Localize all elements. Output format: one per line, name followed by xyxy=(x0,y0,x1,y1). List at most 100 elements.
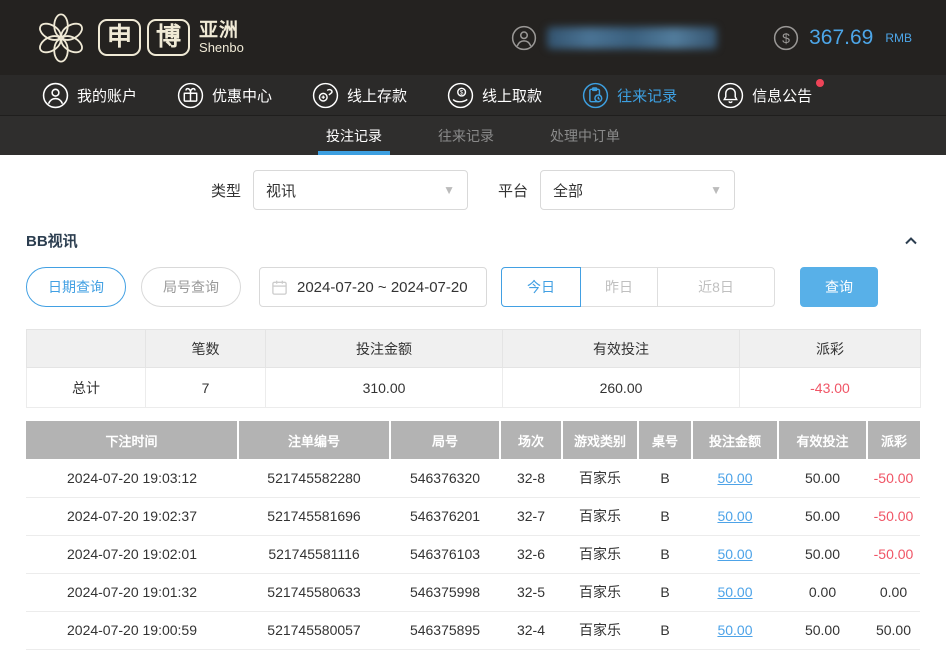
bet-column-header: 场次 xyxy=(500,421,562,459)
order-number: 521745580057 xyxy=(238,611,390,649)
platform-select[interactable]: 全部 ▼ xyxy=(540,170,735,210)
order-number: 521745580633 xyxy=(238,573,390,611)
user-account[interactable] xyxy=(511,25,717,51)
session: 32-8 xyxy=(500,459,562,497)
date-shortcut-group: 今日 昨日 近8日 xyxy=(501,267,775,307)
balance-amount: 367.69 xyxy=(809,26,873,50)
table-row: 2024-07-20 19:02:37521745581696546376201… xyxy=(26,497,920,535)
yesterday-button[interactable]: 昨日 xyxy=(580,267,658,307)
nav-item-promotions[interactable]: 优惠中心 xyxy=(177,82,272,109)
last-8-days-button[interactable]: 近8日 xyxy=(657,267,775,307)
bet-column-header: 派彩 xyxy=(867,421,920,459)
game-type: 百家乐 xyxy=(562,535,638,573)
summary-column-header: 有效投注 xyxy=(503,330,740,368)
summary-total-label: 总计 xyxy=(27,368,146,408)
nav-item-announcements[interactable]: 信息公告 xyxy=(717,82,812,109)
nav-item-withdraw[interactable]: $ 线上取款 xyxy=(447,82,542,109)
bet-time: 2024-07-20 19:01:32 xyxy=(26,573,238,611)
date-range-input[interactable]: 2024-07-20 ~ 2024-07-20 xyxy=(259,267,487,307)
bet-column-header: 有效投注 xyxy=(778,421,867,459)
nav-item-deposit[interactable]: 线上存款 xyxy=(312,82,407,109)
today-button[interactable]: 今日 xyxy=(501,267,581,307)
date-query-button[interactable]: 日期查询 xyxy=(26,267,126,307)
brand-suffix-cn: 亚洲 xyxy=(199,21,244,41)
top-header: 申 博 亚洲 Shenbo $ 367.69 RMB xyxy=(0,0,946,75)
table-row: 2024-07-20 19:02:01521745581116546376103… xyxy=(26,535,920,573)
records-icon xyxy=(582,82,609,109)
svg-text:$: $ xyxy=(782,29,790,45)
withdraw-icon: $ xyxy=(447,82,474,109)
session: 32-5 xyxy=(500,573,562,611)
search-button[interactable]: 查询 xyxy=(800,267,878,307)
main-nav: 我的账户 优惠中心 线上存款 $ 线上取款 往来记录 信息公告 xyxy=(0,75,946,115)
notification-badge xyxy=(816,79,824,87)
session: 32-4 xyxy=(500,611,562,649)
query-row: 日期查询 局号查询 2024-07-20 ~ 2024-07-20 今日 昨日 … xyxy=(26,267,920,307)
type-select[interactable]: 视讯 ▼ xyxy=(253,170,468,210)
tab-transaction-records[interactable]: 往来记录 xyxy=(434,116,498,155)
bet-amount-link[interactable]: 50.00 xyxy=(692,497,778,535)
tab-bet-records[interactable]: 投注记录 xyxy=(322,116,386,155)
section-title: BB视讯 xyxy=(26,230,78,251)
table-row: 2024-07-20 19:01:32521745580633546375998… xyxy=(26,573,920,611)
type-filter-label: 类型 xyxy=(211,180,241,201)
bet-table-body: 2024-07-20 19:03:12521745582280546376320… xyxy=(26,459,920,649)
summary-bet-amount: 310.00 xyxy=(266,368,503,408)
bet-records-table: 下注时间注单编号局号场次游戏类别桌号投注金额有效投注派彩 2024-07-20 … xyxy=(26,421,920,650)
bet-column-header: 桌号 xyxy=(638,421,692,459)
game-type: 百家乐 xyxy=(562,611,638,649)
payout: -50.00 xyxy=(867,459,920,497)
bet-amount-link[interactable]: 50.00 xyxy=(692,535,778,573)
session: 32-7 xyxy=(500,497,562,535)
nav-item-transaction-records[interactable]: 往来记录 xyxy=(582,82,677,109)
bet-time: 2024-07-20 19:03:12 xyxy=(26,459,238,497)
summary-column-header xyxy=(27,330,146,368)
chevron-up-icon[interactable] xyxy=(902,232,920,250)
bet-time: 2024-07-20 19:02:37 xyxy=(26,497,238,535)
table-number: B xyxy=(638,459,692,497)
user-icon xyxy=(42,82,69,109)
date-range-value: 2024-07-20 ~ 2024-07-20 xyxy=(297,279,468,296)
chevron-down-icon: ▼ xyxy=(443,183,455,197)
deposit-icon xyxy=(312,82,339,109)
order-number: 521745582280 xyxy=(238,459,390,497)
table-number: B xyxy=(638,573,692,611)
summary-total-row: 总计 7 310.00 260.00 -43.00 xyxy=(27,368,921,408)
bet-amount-link[interactable]: 50.00 xyxy=(692,573,778,611)
valid-bet: 50.00 xyxy=(778,459,867,497)
brand-suffix-en: Shenbo xyxy=(199,41,244,55)
gift-icon xyxy=(177,82,204,109)
summary-count: 7 xyxy=(146,368,266,408)
round-query-button[interactable]: 局号查询 xyxy=(141,267,241,307)
nav-label: 我的账户 xyxy=(77,85,137,106)
nav-item-my-account[interactable]: 我的账户 xyxy=(42,82,137,109)
order-number: 521745581116 xyxy=(238,535,390,573)
brand-logo[interactable]: 申 博 亚洲 Shenbo xyxy=(34,11,244,65)
valid-bet: 50.00 xyxy=(778,497,867,535)
balance[interactable]: $ 367.69 RMB xyxy=(773,25,912,51)
game-type: 百家乐 xyxy=(562,573,638,611)
table-row: 2024-07-20 19:03:12521745582280546376320… xyxy=(26,459,920,497)
chevron-down-icon: ▼ xyxy=(710,183,722,197)
bet-column-header: 注单编号 xyxy=(238,421,390,459)
round-number: 546375895 xyxy=(390,611,500,649)
bet-column-header: 局号 xyxy=(390,421,500,459)
platform-select-value: 全部 xyxy=(553,180,583,201)
nav-label: 优惠中心 xyxy=(212,85,272,106)
bet-amount-link[interactable]: 50.00 xyxy=(692,611,778,649)
filter-row: 类型 视讯 ▼ 平台 全部 ▼ xyxy=(26,155,920,210)
username-redacted xyxy=(547,27,717,49)
table-row: 2024-07-20 19:00:59521745580057546375895… xyxy=(26,611,920,649)
bet-amount-link[interactable]: 50.00 xyxy=(692,459,778,497)
type-select-value: 视讯 xyxy=(266,180,296,201)
table-number: B xyxy=(638,535,692,573)
tab-processing-orders[interactable]: 处理中订单 xyxy=(546,116,624,155)
summary-column-header: 笔数 xyxy=(146,330,266,368)
round-number: 546375998 xyxy=(390,573,500,611)
brand-char-2: 博 xyxy=(147,19,190,56)
platform-filter-label: 平台 xyxy=(498,180,528,201)
valid-bet: 50.00 xyxy=(778,535,867,573)
nav-label: 线上存款 xyxy=(347,85,407,106)
coin-icon: $ xyxy=(773,25,799,51)
user-avatar-icon xyxy=(511,25,537,51)
